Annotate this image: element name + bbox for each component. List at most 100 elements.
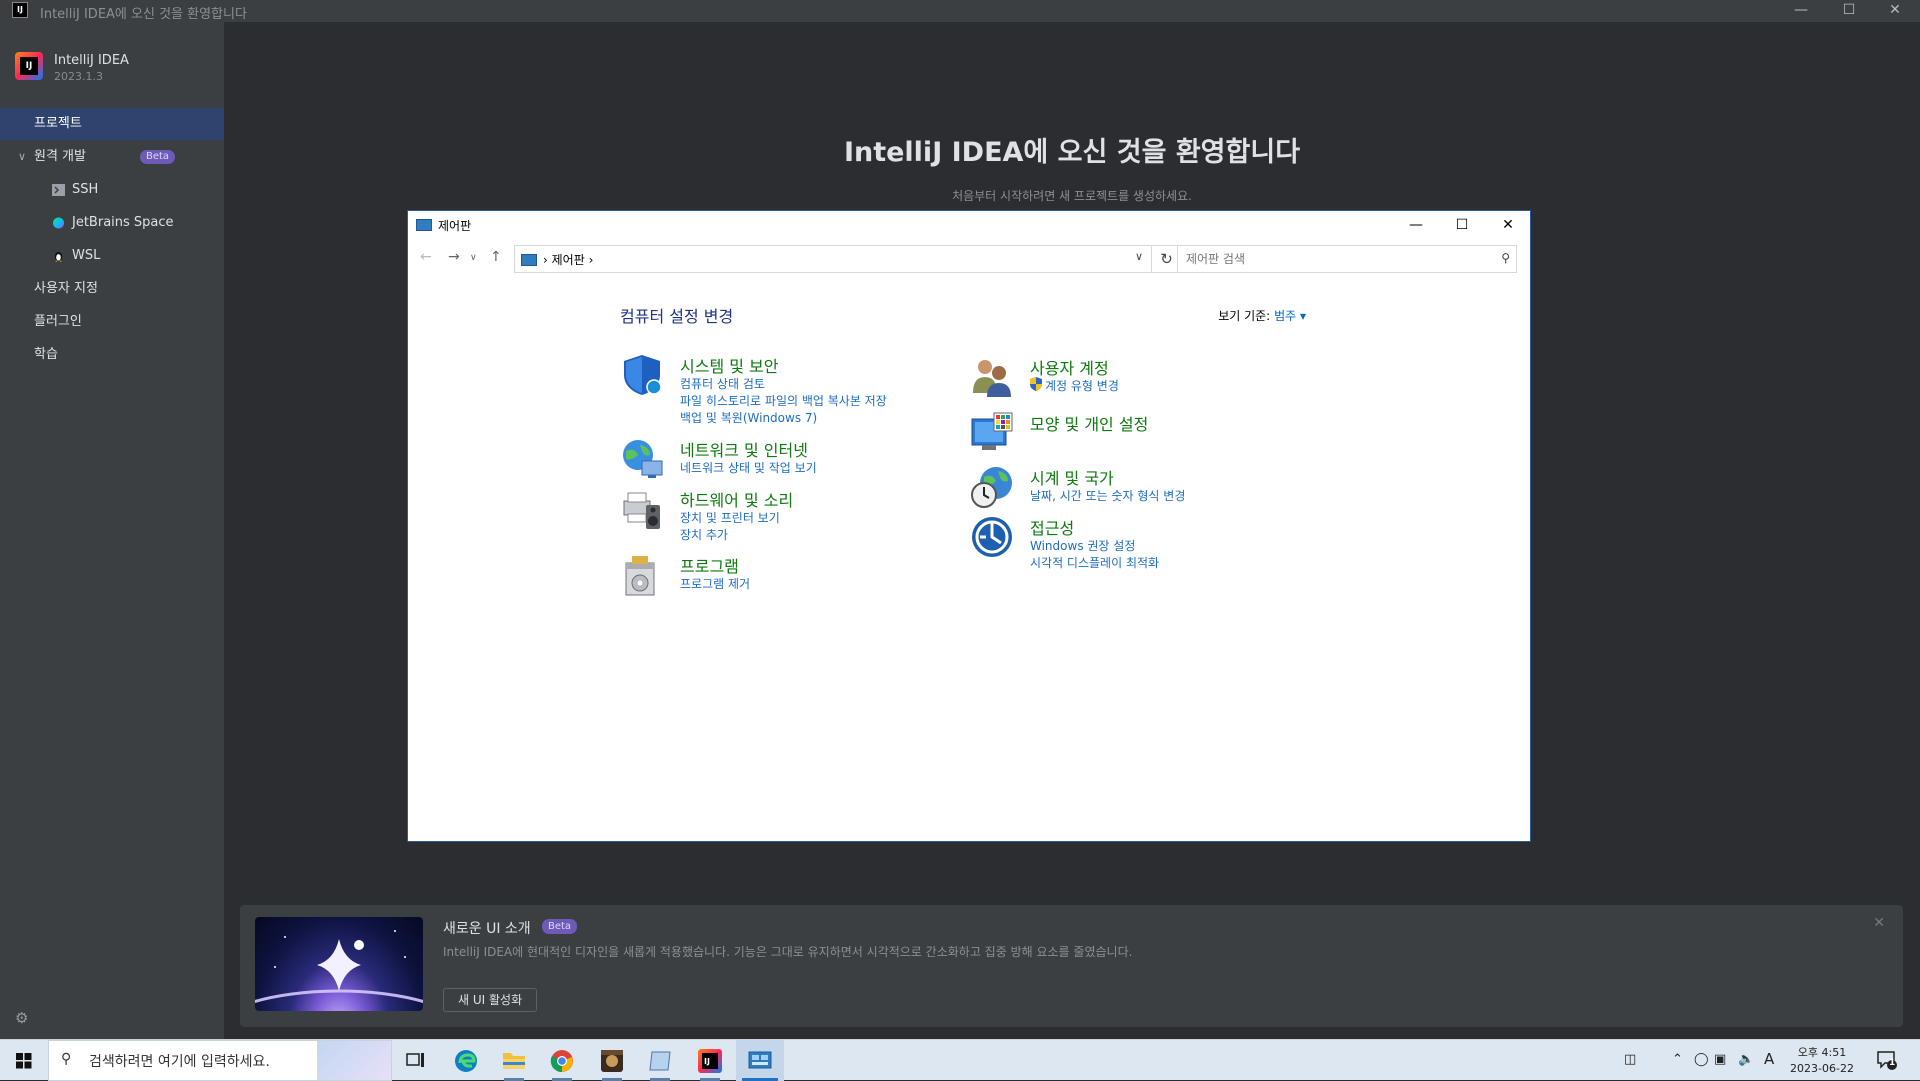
clock-date: 2023-06-22 <box>1790 1062 1854 1075</box>
edge-icon <box>455 1050 477 1072</box>
view-by-dropdown[interactable]: 범주 ▾ <box>1274 309 1306 323</box>
control-panel-window: 제어판 — ☐ ✕ ← → ∨ ↑ › 제어판 › ∨ ↻ ⚲ 컴퓨터 설정 변… <box>407 210 1531 842</box>
taskbar-app-intellij[interactable]: IJ <box>686 1040 734 1081</box>
category-link[interactable]: 네트워크 상태 및 작업 보기 <box>680 459 817 476</box>
cp-search-input[interactable] <box>1178 246 1478 272</box>
taskbar-app-file-explorer[interactable] <box>490 1040 538 1081</box>
recent-dropdown-icon[interactable]: ∨ <box>470 253 477 263</box>
terminal-icon <box>52 184 65 196</box>
app-name: IntelliJ IDEA <box>54 53 129 68</box>
sidebar-item-label: 원격 개발 <box>34 149 86 164</box>
enable-new-ui-button[interactable]: 새 UI 활성화 <box>443 988 538 1012</box>
sidebar-item-wsl[interactable]: WSL <box>0 240 224 272</box>
category-title[interactable]: 시계 및 국가 <box>1030 465 1114 489</box>
notification-center-button[interactable]: 1 <box>1876 1050 1898 1070</box>
tray-monitor-icon[interactable]: ◫ <box>1624 1052 1636 1067</box>
category-title[interactable]: 접근성 <box>1030 515 1074 539</box>
sidebar: IntelliJ IDEA 2023.1.3 프로젝트 ∨ 원격 개발 Beta… <box>0 22 224 1039</box>
back-arrow-icon[interactable]: ← <box>420 249 432 265</box>
tray-camera-icon[interactable]: ◯ <box>1694 1052 1709 1067</box>
programs-disc-icon <box>625 556 655 596</box>
sidebar-item-label: JetBrains Space <box>72 215 174 230</box>
search-icon: ⚲ <box>61 1051 72 1067</box>
windows-logo-icon <box>16 1053 32 1069</box>
cp-close-button[interactable]: ✕ <box>1485 211 1531 239</box>
category-title[interactable]: 모양 및 개인 설정 <box>1030 411 1148 435</box>
task-view-button[interactable] <box>392 1040 440 1081</box>
category-network-internet: 네트워크 및 인터넷 네트워크 상태 및 작업 보기 <box>620 437 940 481</box>
taskbar-app-terminal[interactable] <box>636 1040 684 1081</box>
category-link[interactable]: 장치 및 프린터 보기 <box>680 509 780 526</box>
sidebar-item-projects[interactable]: 프로젝트 <box>0 108 224 140</box>
tray-volume-muted-icon[interactable]: 🔈 <box>1738 1052 1754 1067</box>
tray-ime-indicator[interactable]: A <box>1764 1050 1774 1068</box>
category-link[interactable]: 날짜, 시간 또는 숫자 형식 변경 <box>1030 487 1185 504</box>
new-ui-banner: 새로운 UI 소개 Beta IntelliJ IDEA에 현대적인 디자인을 … <box>240 905 1903 1027</box>
category-link[interactable]: 컴퓨터 상태 검토 <box>680 375 765 392</box>
settings-gear-icon[interactable]: ⚙ <box>15 1009 28 1027</box>
category-link[interactable]: 장치 추가 <box>680 526 728 543</box>
tray-overflow-chevron-icon[interactable]: ⌃ <box>1672 1052 1683 1067</box>
close-button[interactable]: ✕ <box>1872 0 1918 22</box>
banner-close-icon[interactable]: ✕ <box>1873 915 1885 931</box>
taskbar-app-game[interactable] <box>588 1040 636 1081</box>
cp-minimize-button[interactable]: — <box>1393 211 1439 239</box>
category-title[interactable]: 시스템 및 보안 <box>680 353 779 377</box>
banner-description: IntelliJ IDEA에 현대적인 디자인을 새롭게 적용했습니다. 기능은… <box>443 945 1133 959</box>
beta-badge: Beta <box>542 919 578 934</box>
category-link[interactable]: 시각적 디스플레이 최적화 <box>1030 554 1159 571</box>
start-button[interactable] <box>0 1040 48 1081</box>
category-hardware-sound: 하드웨어 및 소리 장치 및 프린터 보기 장치 추가 <box>620 487 940 543</box>
cp-maximize-button[interactable]: ☐ <box>1439 211 1485 239</box>
address-dropdown-icon[interactable]: ∨ <box>1135 250 1143 263</box>
minimize-button[interactable]: — <box>1778 0 1824 22</box>
up-arrow-icon[interactable]: ↑ <box>490 249 502 265</box>
sidebar-item-remote-dev[interactable]: ∨ 원격 개발 Beta <box>0 141 224 173</box>
intellij-app-icon <box>15 52 43 80</box>
svg-text:IJ: IJ <box>704 1057 710 1066</box>
breadcrumb[interactable]: › 제어판 › <box>543 251 593 268</box>
category-title[interactable]: 하드웨어 및 소리 <box>680 487 793 511</box>
control-panel-icon <box>416 219 432 231</box>
search-icon[interactable]: ⚲ <box>1501 251 1510 265</box>
taskbar-app-chrome[interactable] <box>538 1040 586 1081</box>
category-link[interactable]: Windows 권장 설정 <box>1030 537 1135 554</box>
search-highlight-illustration <box>317 1041 391 1080</box>
tray-network-icon[interactable]: ▣ <box>1714 1052 1726 1067</box>
taskbar-search-input[interactable]: 검색하려면 여기에 입력하세요. <box>89 1051 270 1071</box>
printer-speaker-icon <box>623 492 660 529</box>
category-link[interactable]: 프로그램 제거 <box>680 575 750 592</box>
welcome-title: IntelliJ IDEA에 오신 것을 환영합니다 <box>843 137 1301 168</box>
accessibility-icon <box>972 517 1012 557</box>
beta-badge: Beta <box>140 150 176 164</box>
category-title[interactable]: 사용자 계정 <box>1030 355 1109 379</box>
control-panel-title-bar[interactable]: 제어판 — ☐ ✕ <box>408 211 1530 239</box>
sidebar-item-ssh[interactable]: SSH <box>0 174 224 206</box>
sidebar-item-customize[interactable]: 사용자 지정 <box>0 273 224 305</box>
category-link[interactable]: 파일 히스토리로 파일의 백업 복사본 저장 <box>680 392 887 409</box>
taskbar-app-edge[interactable] <box>442 1040 490 1081</box>
forward-arrow-icon[interactable]: → <box>448 249 460 265</box>
sidebar-item-plugins[interactable]: 플러그인 <box>0 306 224 338</box>
sidebar-item-jetbrains-space[interactable]: JetBrains Space <box>0 207 224 239</box>
view-by-label: 보기 기준: <box>1218 309 1271 323</box>
jetbrains-space-icon <box>52 217 65 229</box>
address-bar[interactable]: › 제어판 › ∨ <box>514 245 1152 273</box>
taskbar-clock[interactable]: 오후 4:51 2023-06-22 <box>1790 1045 1854 1077</box>
game-app-icon <box>601 1050 623 1072</box>
sidebar-item-learn[interactable]: 학습 <box>0 339 224 371</box>
category-link[interactable]: 계정 유형 변경 <box>1045 377 1119 394</box>
sidebar-item-label: 플러그인 <box>34 314 82 329</box>
category-title[interactable]: 프로그램 <box>680 553 739 577</box>
chrome-icon <box>550 1050 573 1073</box>
welcome-subtitle: 처음부터 시작하려면 새 프로젝트를 생성하세요. <box>952 189 1192 203</box>
category-link[interactable]: 백업 및 복원(Windows 7) <box>680 409 817 426</box>
maximize-button[interactable]: ☐ <box>1826 0 1872 22</box>
category-accessibility: 접근성 Windows 권장 설정 시각적 디스플레이 최적화 <box>970 515 1230 571</box>
taskbar-search[interactable]: ⚲ 검색하려면 여기에 입력하세요. <box>48 1040 392 1081</box>
cp-search-box[interactable]: ⚲ <box>1177 245 1517 273</box>
taskbar-app-control-panel[interactable] <box>736 1040 784 1081</box>
category-title[interactable]: 네트워크 및 인터넷 <box>680 437 808 461</box>
chevron-down-icon[interactable]: ∨ <box>18 141 26 173</box>
control-panel-title: 제어판 <box>438 219 472 233</box>
